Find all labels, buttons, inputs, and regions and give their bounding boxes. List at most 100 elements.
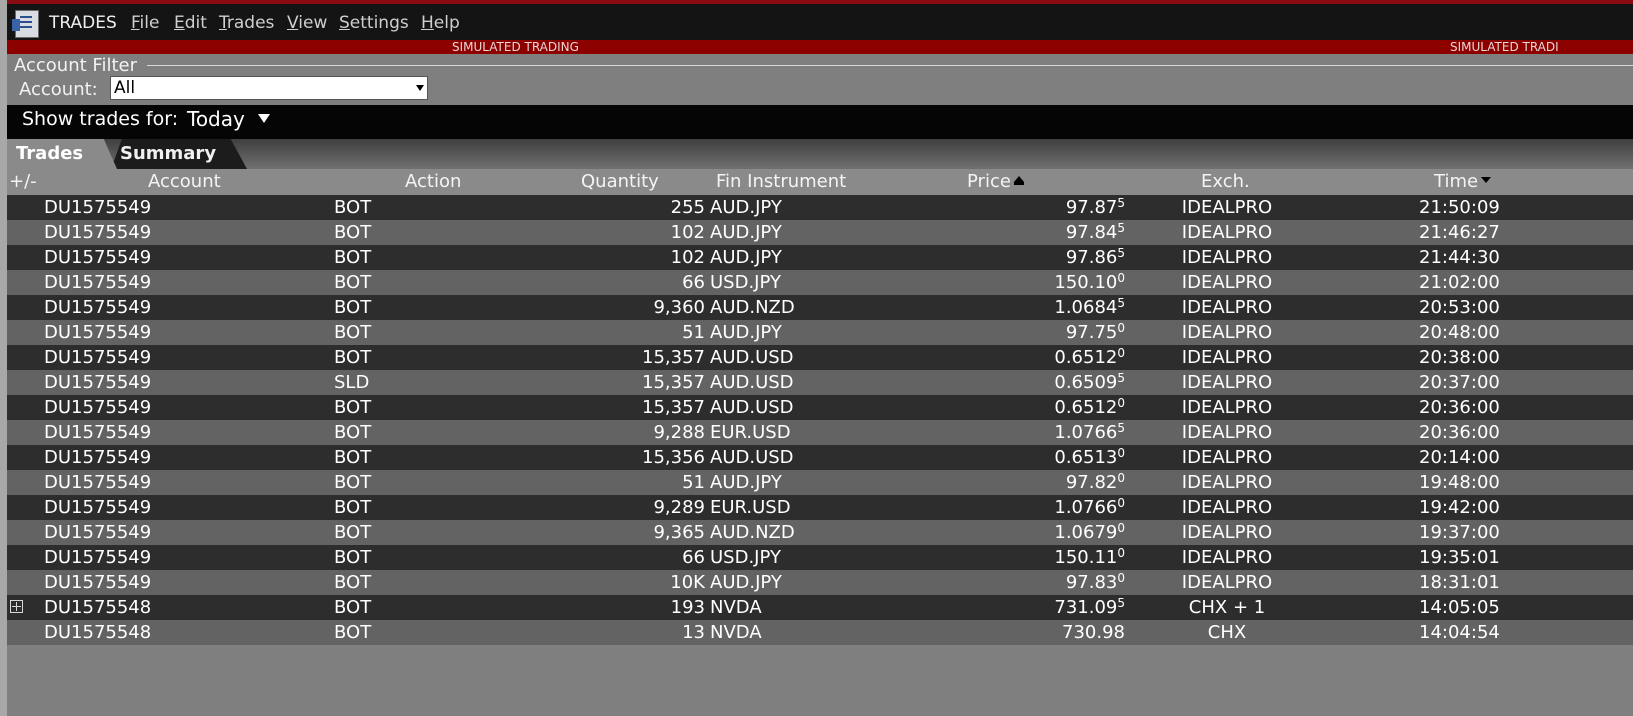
col-expand[interactable]: +/- <box>9 171 37 192</box>
cell-action: BOT <box>334 522 372 543</box>
trades-app-icon[interactable] <box>12 10 39 38</box>
cell-account: DU1575549 <box>44 222 152 243</box>
col-instrument[interactable]: Fin Instrument <box>716 171 846 192</box>
cell-account: DU1575548 <box>44 622 152 643</box>
menu-file[interactable]: File <box>131 13 159 33</box>
cell-price: 731.095 <box>997 596 1125 618</box>
col-time[interactable]: Time <box>1434 171 1492 192</box>
cell-exchange: IDEALPRO <box>1181 272 1273 293</box>
table-row[interactable]: DU1575549 BOT 102 AUD.JPY 97.845 IDEALPRO 21:4… <box>7 220 1633 245</box>
cell-account: DU1575549 <box>44 272 152 293</box>
cell-price: 97.830 <box>997 571 1125 593</box>
cell-exchange: CHX <box>1207 622 1247 643</box>
table-row[interactable]: DU1575548 BOT 13 NVDA 730.98 CHX 14:04:54 <box>7 620 1633 645</box>
tab-summary[interactable]: Summary <box>111 139 247 169</box>
menu-view-label: iew <box>298 13 328 33</box>
table-row[interactable]: DU1575549 BOT 15,357 AUD.USD 0.65120 IDEALPRO… <box>7 395 1633 420</box>
cell-time: 20:53:00 <box>1419 297 1500 318</box>
cell-time: 20:36:00 <box>1419 397 1500 418</box>
cell-instrument: AUD.USD <box>710 397 794 418</box>
cell-quantity: 102 <box>670 247 705 268</box>
dropdown-arrow-icon[interactable] <box>258 114 270 123</box>
cell-account: DU1575549 <box>44 447 152 468</box>
table-row[interactable]: DU1575549 BOT 255 AUD.JPY 97.875 IDEALPRO 21:5… <box>7 195 1633 220</box>
col-exchange[interactable]: Exch. <box>1201 171 1250 192</box>
trades-window: TRADES File Edit Trades View Settings He… <box>7 0 1633 716</box>
banner-left-label: SIMULATED TRADING <box>452 40 579 54</box>
cell-account: DU1575549 <box>44 322 152 343</box>
table-row[interactable]: DU1575549 BOT 9,289 EUR.USD 1.07660 IDEALPRO 1… <box>7 495 1633 520</box>
cell-price: 730.98 <box>997 622 1125 643</box>
table-row[interactable]: DU1575549 BOT 9,365 AUD.NZD 1.06790 IDEALPRO 1… <box>7 520 1633 545</box>
table-header: +/- Account Action Quantity Fin Instrume… <box>7 169 1633 195</box>
show-trades-dropdown[interactable]: Today <box>187 107 245 131</box>
table-row[interactable]: DU1575549 BOT 66 USD.JPY 150.110 IDEALPRO 19:3… <box>7 545 1633 570</box>
cell-action: BOT <box>334 247 372 268</box>
cell-time: 19:35:01 <box>1419 547 1500 568</box>
cell-account: DU1575549 <box>44 422 152 443</box>
tab-trades[interactable]: Trades <box>7 139 117 169</box>
account-select[interactable]: All <box>110 76 428 100</box>
table-row[interactable]: DU1575549 BOT 15,357 AUD.USD 0.65120 IDEALPRO… <box>7 345 1633 370</box>
cell-exchange: IDEALPRO <box>1181 472 1273 493</box>
cell-instrument: AUD.NZD <box>710 297 795 318</box>
table-row[interactable]: DU1575549 BOT 102 AUD.JPY 97.865 IDEALPRO 21:4… <box>7 245 1633 270</box>
expand-icon[interactable] <box>10 600 23 613</box>
cell-price: 1.07665 <box>997 421 1125 443</box>
table-row[interactable]: DU1575549 BOT 10K AUD.JPY 97.830 IDEALPRO 18:3… <box>7 570 1633 595</box>
cell-price: 97.875 <box>997 196 1125 218</box>
col-account[interactable]: Account <box>148 171 221 192</box>
menu-trades[interactable]: Trades <box>219 13 274 33</box>
col-action[interactable]: Action <box>405 171 461 192</box>
cell-account: DU1575549 <box>44 397 152 418</box>
menu-settings[interactable]: Settings <box>339 13 409 33</box>
table-row[interactable]: DU1575549 BOT 51 AUD.JPY 97.820 IDEALPRO 19:48… <box>7 470 1633 495</box>
trades-table-body: DU1575549 BOT 255 AUD.JPY 97.875 IDEALPRO 21:5… <box>7 195 1633 645</box>
cell-price-fraction: 5 <box>1117 221 1125 235</box>
cell-price: 1.06845 <box>997 296 1125 318</box>
cell-time: 21:02:00 <box>1419 272 1500 293</box>
cell-price: 97.845 <box>997 221 1125 243</box>
cell-time: 21:44:30 <box>1419 247 1500 268</box>
cell-time: 14:04:54 <box>1419 622 1500 643</box>
cell-instrument: USD.JPY <box>710 272 781 293</box>
table-row[interactable]: DU1575549 SLD 15,357 AUD.USD 0.65095 IDEALPRO… <box>7 370 1633 395</box>
menu-bar: TRADES File Edit Trades View Settings He… <box>7 4 1633 40</box>
cell-price-main: 1.0679 <box>1054 522 1118 543</box>
cell-account: DU1575549 <box>44 297 152 318</box>
cell-exchange: IDEALPRO <box>1181 447 1273 468</box>
cell-quantity: 13 <box>682 622 705 643</box>
col-quantity[interactable]: Quantity <box>581 171 659 192</box>
cell-exchange: IDEALPRO <box>1181 422 1273 443</box>
table-row[interactable]: DU1575549 BOT 66 USD.JPY 150.100 IDEALPRO 21:0… <box>7 270 1633 295</box>
cell-price-fraction: 0 <box>1117 271 1125 285</box>
cell-action: BOT <box>334 322 372 343</box>
table-empty-area <box>7 645 1633 716</box>
menu-edit[interactable]: Edit <box>174 13 207 33</box>
menu-trades-label: rades <box>226 13 275 33</box>
cell-exchange: IDEALPRO <box>1181 397 1273 418</box>
cell-time: 18:31:01 <box>1419 572 1500 593</box>
cell-instrument: EUR.USD <box>710 497 791 518</box>
table-row[interactable]: DU1575548 BOT 193 NVDA 731.095 CHX + 1 14:05:0… <box>7 595 1633 620</box>
cell-time: 20:14:00 <box>1419 447 1500 468</box>
cell-price-main: 1.0684 <box>1054 297 1118 318</box>
cell-instrument: AUD.JPY <box>710 572 782 593</box>
menu-help-label: elp <box>433 13 460 33</box>
cell-price: 97.750 <box>997 321 1125 343</box>
cell-quantity: 255 <box>670 197 705 218</box>
table-row[interactable]: DU1575549 BOT 15,356 AUD.USD 0.65130 IDEALPRO… <box>7 445 1633 470</box>
table-row[interactable]: DU1575549 BOT 51 AUD.JPY 97.750 IDEALPRO 20:48… <box>7 320 1633 345</box>
menu-help[interactable]: Help <box>421 13 460 33</box>
cell-price-fraction: 5 <box>1117 196 1125 210</box>
col-price[interactable]: Price <box>967 171 1024 192</box>
account-filter-panel: Account Filter Account: All <box>7 54 1633 105</box>
menu-view[interactable]: View <box>287 13 327 33</box>
cell-account: DU1575549 <box>44 372 152 393</box>
cell-exchange: IDEALPRO <box>1181 547 1273 568</box>
cell-price: 0.65120 <box>997 346 1125 368</box>
cell-price-fraction: 0 <box>1117 571 1125 585</box>
table-row[interactable]: DU1575549 BOT 9,288 EUR.USD 1.07665 IDEALPRO 2… <box>7 420 1633 445</box>
table-row[interactable]: DU1575549 BOT 9,360 AUD.NZD 1.06845 IDEALPRO 2… <box>7 295 1633 320</box>
cell-price-fraction: 0 <box>1117 446 1125 460</box>
